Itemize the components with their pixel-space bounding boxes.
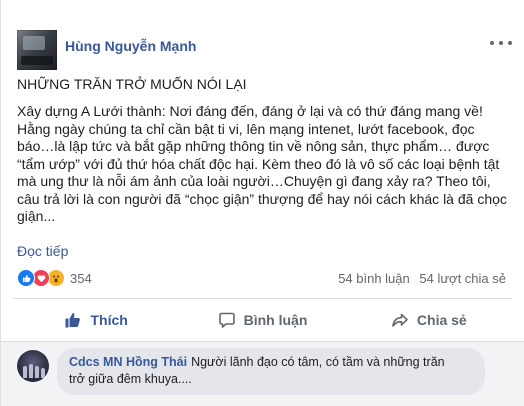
like-label: Thích xyxy=(90,312,128,328)
post-body-line: câu trả lời là con người đã “chọc giận” … xyxy=(17,190,507,207)
comment-label: Bình luận xyxy=(243,312,308,328)
share-count[interactable]: 54 lượt chia sẻ xyxy=(419,271,506,286)
like-icon xyxy=(65,313,81,328)
post-body-line: mà ung thư là nỗi ám ảnh của loài người…… xyxy=(17,173,491,189)
post-body-line: Hằng ngày chúng ta chỉ cần bật ti vi, lê… xyxy=(17,120,475,137)
comment-text: trở giữa đêm khuya.... xyxy=(69,372,192,386)
post-body-line: Xây dựng A Lưới thành: Nơi đáng đến, đán… xyxy=(17,103,483,119)
comments-section: Cdcs MN Hồng Thái Người lãnh đạo có tâm, … xyxy=(1,342,524,406)
comment-count[interactable]: 54 bình luận xyxy=(338,271,410,286)
reactions-summary[interactable]: 354 xyxy=(17,268,92,288)
comment-bubble: Cdcs MN Hồng Thái Người lãnh đạo có tâm, … xyxy=(57,348,485,395)
post-body-line: “tẩm ướp” với đủ thứ hóa chất độc hại. K… xyxy=(17,155,500,172)
comment-icon xyxy=(218,312,235,328)
share-label: Chia sẻ xyxy=(416,312,467,328)
more-options-icon[interactable] xyxy=(490,35,512,51)
post-card: Hùng Nguyễn Mạnh NHỮNG TRĂN TRỞ MUỐN NÓI… xyxy=(0,0,524,406)
author-avatar[interactable] xyxy=(17,30,57,70)
share-icon xyxy=(392,313,408,327)
reaction-count[interactable]: 354 xyxy=(70,271,92,286)
comment-text: Người lãnh đạo có tâm, có tầm và những t… xyxy=(191,355,445,369)
commenter-avatar[interactable] xyxy=(17,350,49,382)
like-button[interactable]: Thích xyxy=(13,299,179,341)
commenter-name[interactable]: Cdcs MN Hồng Thái xyxy=(69,355,187,369)
comment-button[interactable]: Bình luận xyxy=(179,299,345,341)
post-title: NHỮNG TRĂN TRỞ MUỐN NÓI LẠI xyxy=(17,76,247,92)
engagement-stats: 54 bình luận 54 lượt chia sẻ xyxy=(338,271,506,286)
post-body: Xây dựng A Lưới thành: Nơi đáng đến, đán… xyxy=(17,103,517,226)
share-button[interactable]: Chia sẻ xyxy=(346,299,512,341)
read-more-link[interactable]: Đọc tiếp xyxy=(17,243,68,259)
like-icon xyxy=(17,269,35,287)
author-name[interactable]: Hùng Nguyễn Mạnh xyxy=(65,38,196,54)
post-body-line: giận... xyxy=(17,208,56,224)
action-bar: Thích Bình luận Chia sẻ xyxy=(13,299,512,341)
post-body-line: báo…là lập tức và bắt gặp những thông ti… xyxy=(17,138,490,154)
